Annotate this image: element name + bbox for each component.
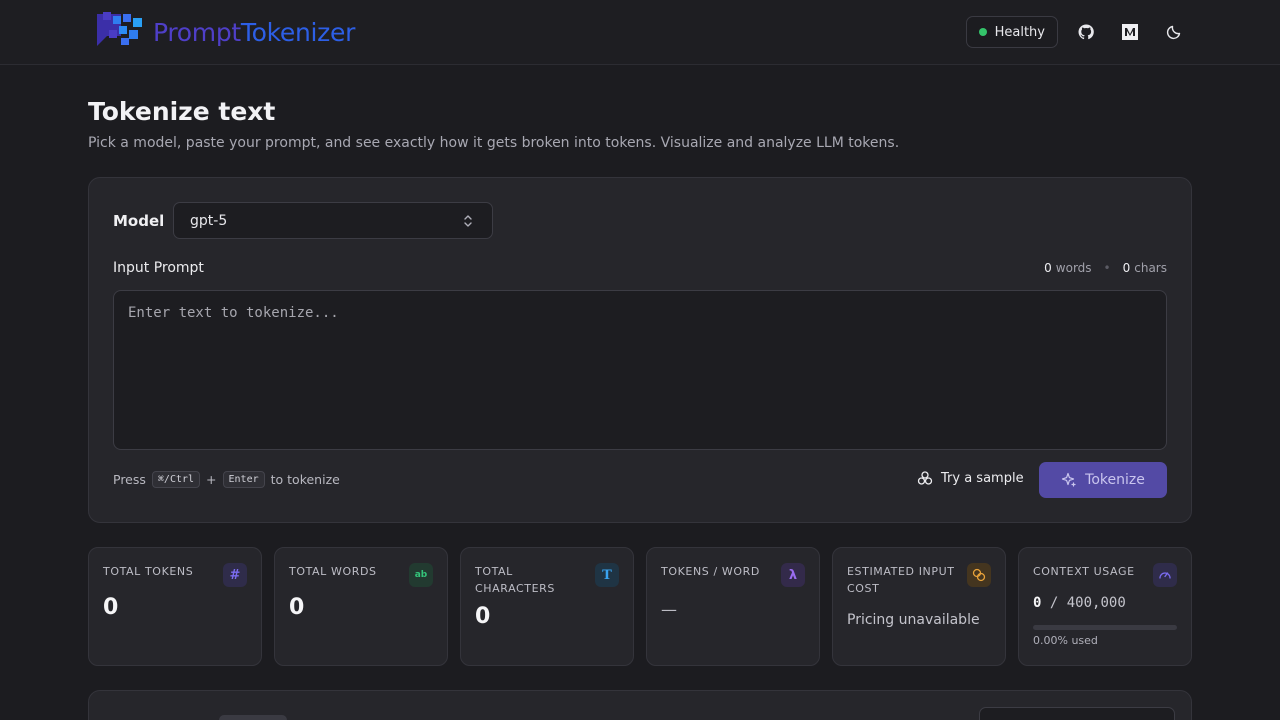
stat-card-context-usage: CONTEXT USAGE 0 / 400,000 0.00% used [1018,547,1192,666]
prompt-input[interactable] [113,290,1167,450]
status-dot-icon [978,28,987,36]
moon-icon [1166,25,1181,40]
model-select-value: gpt-5 [190,212,228,229]
stat-card-total-words: TOTAL WORDS ab 0 [274,547,448,666]
char-unit: chars [1134,261,1167,275]
stat-label: ESTIMATED INPUT COST [847,565,955,595]
top-bar: PromptTokenizer Healthy [0,0,1280,65]
word-unit: words [1055,261,1092,275]
stat-value: 0 [475,604,491,629]
context-usage-bar [1033,625,1177,630]
tokenize-button[interactable]: Tokenize [1039,462,1167,498]
logo-icon [95,10,147,54]
top-actions: Healthy [965,16,1190,48]
context-separator: / [1049,595,1059,611]
stat-value: 0 [103,595,119,620]
stat-value: Pricing unavailable [847,612,980,628]
gauge-icon [1153,563,1177,587]
theme-toggle-button[interactable] [1158,16,1190,48]
hint-plus: + [206,472,217,487]
stat-value: — [661,600,677,619]
github-button[interactable] [1070,16,1102,48]
chevron-up-down-icon [464,215,472,227]
medium-icon [1122,24,1138,40]
count-separator: • [1103,261,1111,275]
sparkle-icon [1062,472,1076,487]
kbd-enter: Enter [222,471,265,488]
input-prompt-label: Input Prompt [113,260,204,276]
logo-text: PromptTokenizer [153,18,355,47]
context-limit: 400,000 [1066,595,1126,611]
logo[interactable]: PromptTokenizer [95,10,355,54]
char-count: 0 [1122,261,1131,275]
try-sample-label: Try a sample [941,470,1024,486]
stat-label: CONTEXT USAGE [1033,565,1135,578]
logo-text-tokenizer: Tokenizer [240,17,356,47]
health-status-badge[interactable]: Healthy [965,16,1058,48]
hint-press: Press [113,472,146,487]
github-icon [1078,24,1094,40]
medium-button[interactable] [1114,16,1146,48]
try-sample-button[interactable]: Try a sample [917,470,1024,486]
coins-icon [967,563,991,587]
stat-label: TOTAL CHARACTERS [475,565,555,595]
prompt-counts: 0 words • 0 chars [1044,261,1167,275]
tokenize-label: Tokenize [1085,472,1145,488]
page-subtitle: Pick a model, paste your prompt, and see… [88,135,900,151]
shortcut-hint: Press ⌘/Ctrl + Enter to tokenize [113,471,340,488]
abc-icon: ab [409,563,433,587]
sample-icon [917,471,933,485]
page-title: Tokenize text [88,97,276,126]
kbd-cmd-ctrl: ⌘/Ctrl [151,471,201,488]
stat-label: TOTAL WORDS [289,565,377,578]
stat-card-estimated-cost: ESTIMATED INPUT COST Pricing unavailable [832,547,1006,666]
view-toggle[interactable] [979,707,1175,720]
results-badge [219,715,287,720]
stat-value: 0 [289,595,305,620]
stat-label: TOTAL TOKENS [103,565,194,578]
word-count: 0 [1044,261,1052,275]
stat-card-total-tokens: TOTAL TOKENS # 0 [88,547,262,666]
context-used: 0 [1033,595,1042,611]
hash-icon: # [223,563,247,587]
lambda-icon: λ [781,563,805,587]
hint-suffix: to tokenize [270,472,340,487]
model-label: Model [113,212,165,230]
stat-label: TOKENS / WORD [661,565,760,578]
results-card [88,690,1192,720]
health-label: Healthy [994,24,1045,40]
context-used-percent: 0.00% used [1033,634,1098,647]
context-usage-value: 0 / 400,000 [1033,595,1126,611]
model-select[interactable]: gpt-5 [173,202,493,239]
text-icon: T [595,563,619,587]
logo-text-prompt: Prompt [153,17,241,47]
tokenize-card: Model gpt-5 Input Prompt 0 words • 0 cha… [88,177,1192,523]
stat-card-total-characters: TOTAL CHARACTERS T 0 [460,547,634,666]
stat-card-tokens-per-word: TOKENS / WORD λ — [646,547,820,666]
